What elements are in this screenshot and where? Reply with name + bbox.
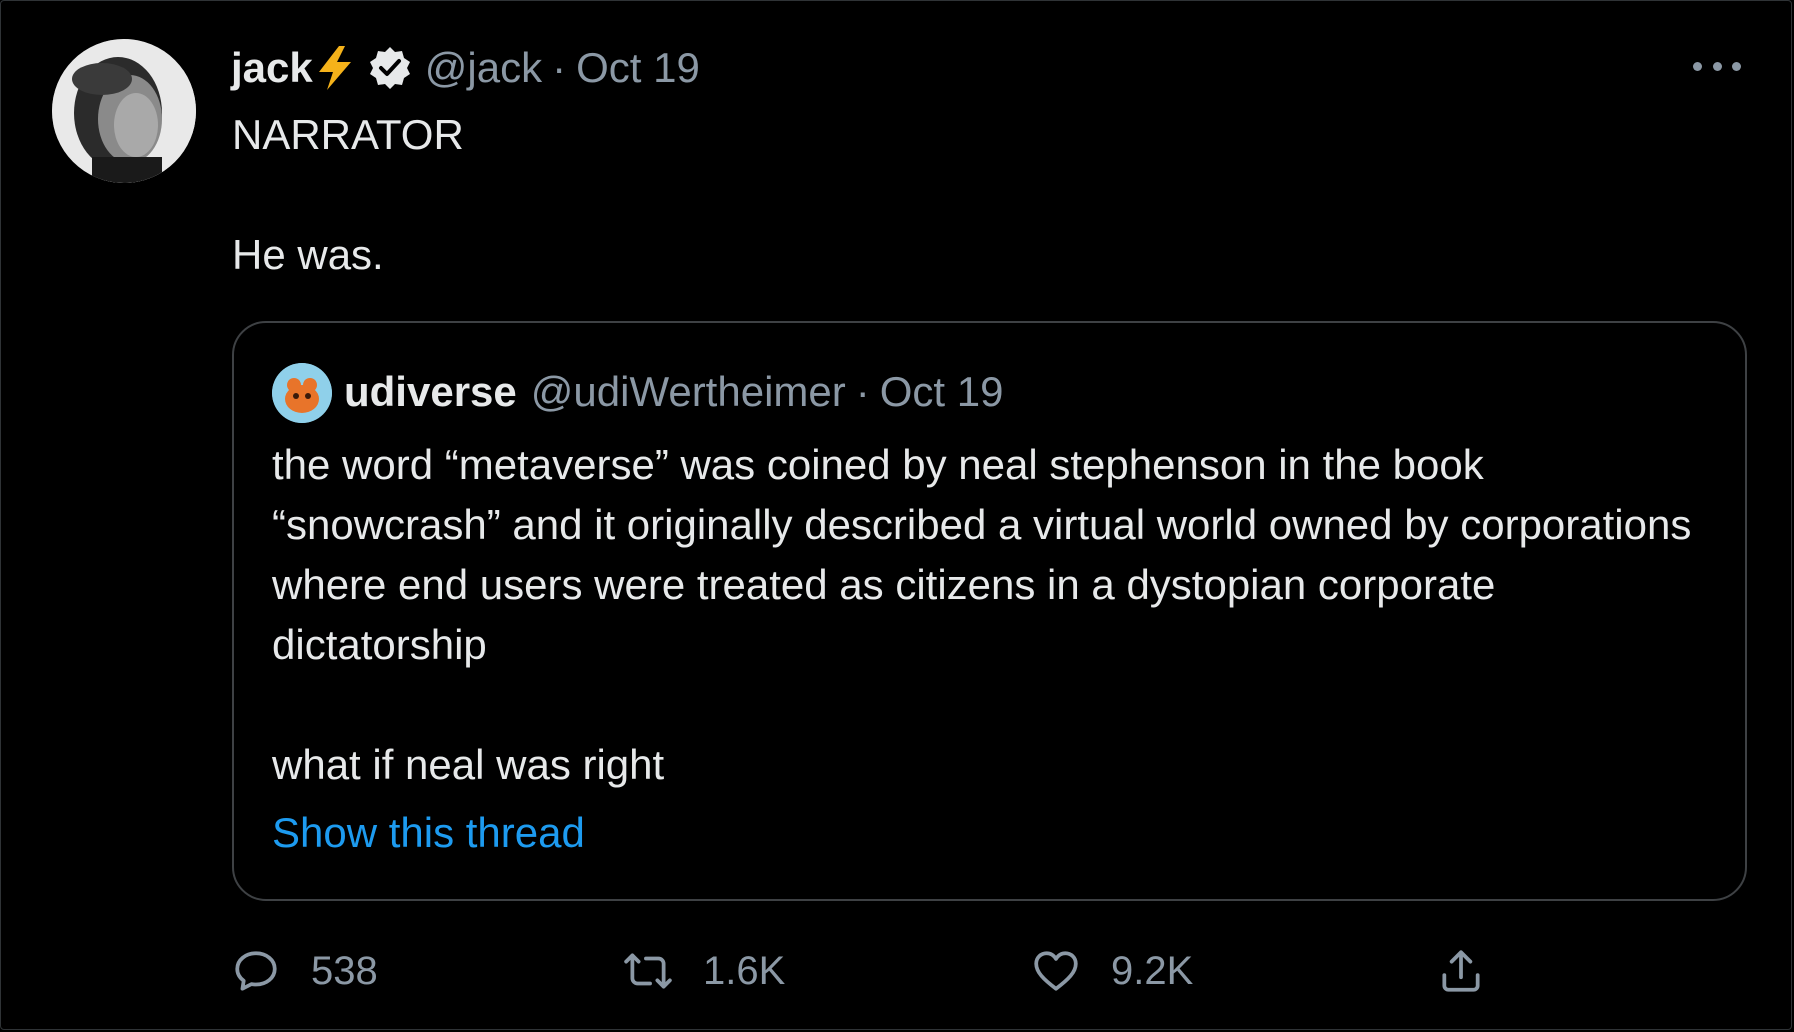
share-icon xyxy=(1442,950,1480,992)
show-thread-link[interactable]: Show this thread xyxy=(272,809,585,857)
tweet-text-line-1: NARRATOR xyxy=(232,111,464,158)
like-count: 9.2K xyxy=(1111,948,1194,993)
quoted-date[interactable]: Oct 19 xyxy=(880,368,1004,416)
quoted-tweet[interactable]: udiverse @udiWertheimer · Oct 19 the wor… xyxy=(232,321,1747,901)
tweet-card: jack @jack · Oct 19 NARRATOR He was. udi… xyxy=(0,0,1792,1030)
separator-dot: · xyxy=(552,44,567,91)
profile-photo-icon xyxy=(52,39,196,183)
reply-count: 538 xyxy=(311,948,378,993)
lightning-icon xyxy=(315,44,355,92)
retweet-icon xyxy=(624,953,672,989)
like-button[interactable]: 9.2K xyxy=(1031,941,1193,1001)
tweet-text-line-2: He was. xyxy=(232,231,384,278)
quoted-header: udiverse @udiWertheimer · Oct 19 xyxy=(344,365,1003,419)
tweet-header: jack @jack · Oct 19 xyxy=(231,43,700,93)
quoted-author-avatar xyxy=(272,363,332,423)
quoted-separator-dot: · xyxy=(855,368,870,415)
retweet-count: 1.6K xyxy=(703,948,786,993)
like-icon xyxy=(1034,951,1078,991)
retweet-button[interactable]: 1.6K xyxy=(623,941,785,1001)
tweet-date[interactable]: Oct 19 xyxy=(576,44,700,92)
quoted-paragraph-2: what if neal was right xyxy=(272,741,665,788)
share-button[interactable] xyxy=(1436,941,1486,1001)
verified-badge-icon xyxy=(367,45,413,91)
quoted-text: the word “metaverse” was coined by neal … xyxy=(272,435,1712,795)
tweet-actions: 538 1.6K 9.2K xyxy=(231,941,1531,1001)
more-options-icon[interactable] xyxy=(1693,53,1741,79)
quoted-author-handle[interactable]: @udiWertheimer xyxy=(531,368,846,416)
quoted-avatar-icon xyxy=(272,363,332,423)
reply-icon xyxy=(235,951,277,991)
author-handle[interactable]: @jack xyxy=(425,44,542,92)
author-avatar[interactable] xyxy=(52,39,196,183)
quoted-author-name[interactable]: udiverse xyxy=(344,368,517,416)
reply-button[interactable]: 538 xyxy=(231,941,378,1001)
author-name[interactable]: jack xyxy=(231,44,313,92)
quoted-paragraph-1: the word “metaverse” was coined by neal … xyxy=(272,441,1692,668)
